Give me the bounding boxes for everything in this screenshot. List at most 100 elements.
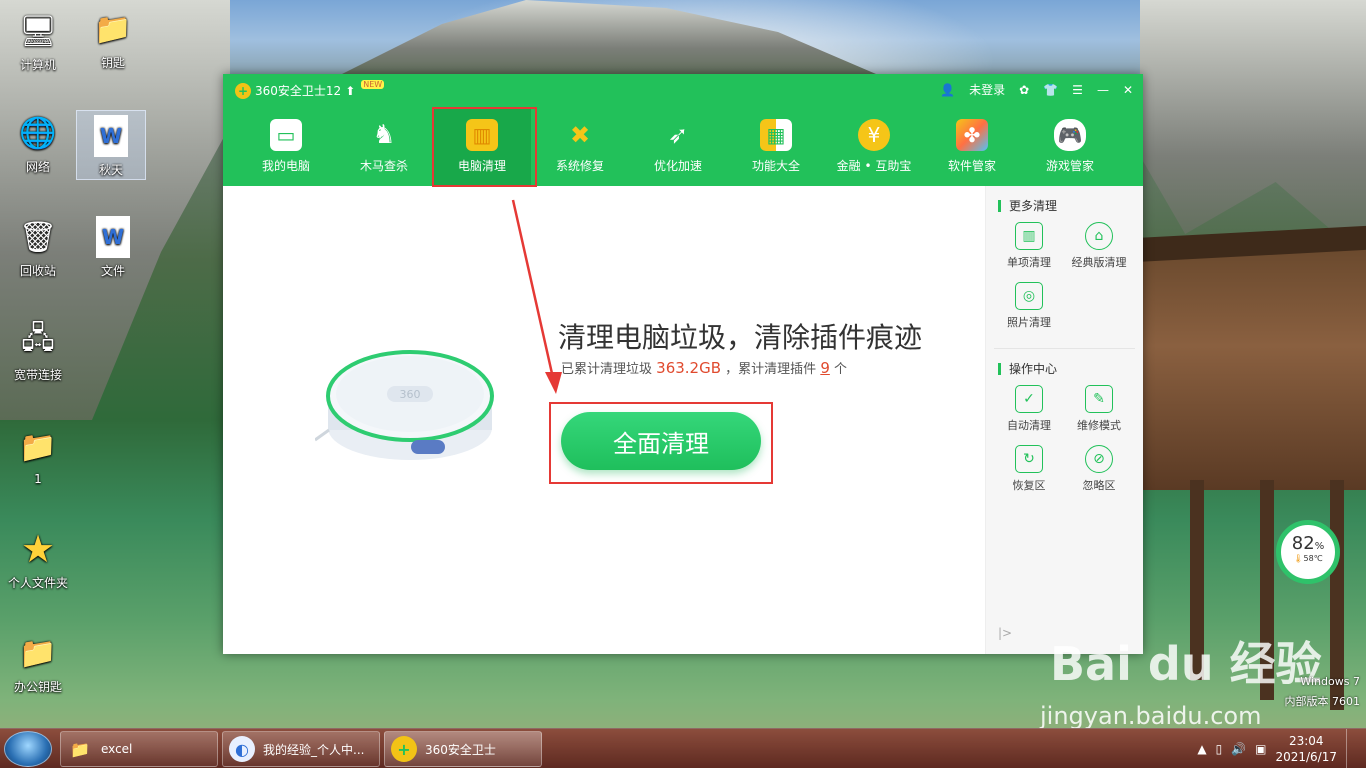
apps-icon: ✤ xyxy=(956,119,988,151)
show-desktop-button[interactable] xyxy=(1346,729,1358,768)
classic-broom-icon: ⌂ xyxy=(1085,222,1113,250)
nav-my-computer[interactable]: ▭ 我的电脑 xyxy=(237,108,335,186)
broadband-icon: 🖧 xyxy=(21,320,55,356)
desktop-icon-network[interactable]: 🌐 网络 xyxy=(3,112,73,175)
mountain-right xyxy=(1140,0,1366,260)
auto-cleanup[interactable]: ✓ 自动清理 xyxy=(994,385,1064,433)
desktop-icon-keys[interactable]: 📁 钥匙 xyxy=(78,8,148,71)
nav-software-manager[interactable]: ✤ 软件管家 xyxy=(923,108,1021,186)
desktop-icon-label: 网络 xyxy=(25,160,50,174)
desktop-icon-label: 秋天 xyxy=(98,163,123,177)
desktop-icon-personal-folder[interactable]: ★ 个人文件夹 xyxy=(3,527,73,591)
section-operation-center: 操作中心 xyxy=(998,363,1143,375)
nav-label: 金融 • 互助宝 xyxy=(836,159,912,173)
ignore-area[interactable]: ⊘ 忽略区 xyxy=(1064,445,1134,493)
clock[interactable]: 23:04 2021/6/17 xyxy=(1275,733,1337,765)
restore-icon: ↻ xyxy=(1015,445,1043,473)
desktop-icon-label: 计算机 xyxy=(19,58,56,72)
minimize-button[interactable]: — xyxy=(1097,83,1109,97)
new-badge: NEW xyxy=(361,80,385,89)
section-more-cleanup: 更多清理 xyxy=(998,200,1143,212)
network-tray-icon[interactable]: ▣ xyxy=(1255,742,1266,756)
sidebar-item-label: 单项清理 xyxy=(1007,256,1051,269)
sidebar-item-label: 忽略区 xyxy=(1082,479,1116,492)
photo-cleanup[interactable]: ◎ 照片清理 xyxy=(994,282,1064,330)
user-icon[interactable]: 👤 xyxy=(940,83,955,97)
gauge-percent: 82% xyxy=(1291,533,1325,554)
more-cleanup-grid: ▥ 单项清理 ⌂ 经典版清理 ◎ 照片清理 xyxy=(986,222,1143,330)
taskbar: 📁 excel ◐ 我的经验_个人中... + 360安全卫士 ▲ ▯ 🔊 ▣ … xyxy=(0,728,1366,768)
folder-icon: 📁 xyxy=(70,739,90,759)
monitor-icon: ▭ xyxy=(270,119,302,151)
wrench-icon: ✖ xyxy=(569,121,591,149)
plugin-count[interactable]: 9 xyxy=(820,359,830,377)
restore-area[interactable]: ↻ 恢复区 xyxy=(994,445,1064,493)
desktop-icon-computer[interactable]: 🖥 计算机 xyxy=(3,10,73,73)
title-controls: 👤 未登录 ✿ 👕 ☰ — ✕ xyxy=(940,81,1133,98)
yen-icon: ¥ xyxy=(858,119,890,151)
nav-optimize-speed[interactable]: ➶ 优化加速 xyxy=(629,108,727,186)
desktop-icon-label: 办公钥匙 xyxy=(13,680,62,694)
robot-logo-text: 360 xyxy=(400,388,421,401)
repair-mode[interactable]: ✎ 维修模式 xyxy=(1064,385,1134,433)
sidebar-divider xyxy=(994,348,1135,349)
wooden-cabin xyxy=(1140,250,1366,490)
desktop-icon-recycle-bin[interactable]: 🗑 回收站 xyxy=(3,216,73,279)
skin-shirt-icon[interactable]: 👕 xyxy=(1043,83,1058,97)
device-icon[interactable]: ▯ xyxy=(1216,742,1223,756)
annotation-box-nav xyxy=(432,107,537,187)
notification-icon[interactable]: ✿ xyxy=(1019,83,1029,97)
start-button[interactable] xyxy=(4,731,52,767)
right-sidebar: 更多清理 ▥ 单项清理 ⌂ 经典版清理 ◎ 照片清理 操作中心 ✓ 自动清理 ✎ xyxy=(985,186,1143,654)
volume-icon[interactable]: 🔊 xyxy=(1231,742,1246,756)
nav-finance[interactable]: ¥ 金融 • 互助宝 xyxy=(825,108,923,186)
desktop-icon-label: 钥匙 xyxy=(100,56,125,70)
robot-vacuum-illustration: 360 xyxy=(315,350,494,460)
camera-icon: ◎ xyxy=(1015,282,1043,310)
sidebar-item-label: 恢复区 xyxy=(1012,479,1046,492)
upgrade-arrow-icon: ⬆ xyxy=(345,83,356,98)
nav-label: 木马查杀 xyxy=(359,159,408,173)
taskbar-item-browser[interactable]: ◐ 我的经验_个人中... xyxy=(222,731,380,767)
grid-icon: ▦ xyxy=(760,119,792,151)
desktop-icon-label: 1 xyxy=(34,472,42,486)
main-nav: ▭ 我的电脑 ♞ 木马查杀 ▥ 电脑清理 ✖ 系统修复 ➶ 优化加速 ▦ 功能大… xyxy=(237,108,1119,186)
desktop-icon-folder-1[interactable]: 📁 1 xyxy=(3,426,73,487)
rocket-icon: ➶ xyxy=(667,121,689,149)
desktop-icon-autumn[interactable]: W 秋天 xyxy=(76,110,146,180)
system-tray: ▲ ▯ 🔊 ▣ 23:04 2021/6/17 xyxy=(1197,729,1366,768)
tray-expand-icon[interactable]: ▲ xyxy=(1197,742,1206,756)
nav-label: 我的电脑 xyxy=(261,159,310,173)
single-item-cleanup[interactable]: ▥ 单项清理 xyxy=(994,222,1064,270)
login-link[interactable]: 未登录 xyxy=(969,81,1005,98)
nav-system-repair[interactable]: ✖ 系统修复 xyxy=(531,108,629,186)
browser-icon: ◐ xyxy=(229,736,255,762)
desktop-icon-label: 文件 xyxy=(100,264,125,278)
nav-label: 游戏管家 xyxy=(1045,159,1094,173)
desktop-icon-broadband[interactable]: 🖧 宽带连接 xyxy=(3,320,73,383)
baidu-watermark: Bai du 经验 xyxy=(1050,637,1322,691)
menu-icon[interactable]: ☰ xyxy=(1072,83,1083,97)
close-button[interactable]: ✕ xyxy=(1123,83,1133,97)
stats-prefix: 已累计清理垃圾 xyxy=(561,362,653,377)
app-title: 360安全卫士12 xyxy=(255,84,342,98)
cleanup-stats: 已累计清理垃圾 363.2GB ，累计清理插件 9 个 xyxy=(561,358,847,377)
desktop-icon-office-keys[interactable]: 📁 办公钥匙 xyxy=(3,632,73,695)
app-window-360: + 360安全卫士12 ⬆ NEW 👤 未登录 ✿ 👕 ☰ — ✕ ▭ 我的电脑… xyxy=(223,74,1143,654)
collapse-sidebar-icon[interactable]: |> xyxy=(998,626,1012,640)
stats-suffix: 个 xyxy=(834,362,848,377)
desktop-icon-file[interactable]: W 文件 xyxy=(78,216,148,279)
taskbar-item-excel[interactable]: 📁 excel xyxy=(60,731,218,767)
classic-cleanup[interactable]: ⌂ 经典版清理 xyxy=(1064,222,1134,270)
app-header: + 360安全卫士12 ⬆ NEW 👤 未登录 ✿ 👕 ☰ — ✕ ▭ 我的电脑… xyxy=(223,74,1143,187)
nav-game-manager[interactable]: 🎮 游戏管家 xyxy=(1021,108,1119,186)
folder-icon: 📁 xyxy=(19,635,57,671)
taskbar-item-360[interactable]: + 360安全卫士 xyxy=(384,731,542,767)
nav-all-features[interactable]: ▦ 功能大全 xyxy=(727,108,825,186)
recycle-bin-icon: 🗑 xyxy=(18,219,58,255)
nav-trojan-scan[interactable]: ♞ 木马查杀 xyxy=(335,108,433,186)
gamepad-icon: 🎮 xyxy=(1054,119,1086,151)
folder-icon: 📁 xyxy=(94,11,132,47)
nav-label: 功能大全 xyxy=(751,159,800,173)
performance-gauge[interactable]: 82% 🌡58℃ xyxy=(1276,520,1340,584)
